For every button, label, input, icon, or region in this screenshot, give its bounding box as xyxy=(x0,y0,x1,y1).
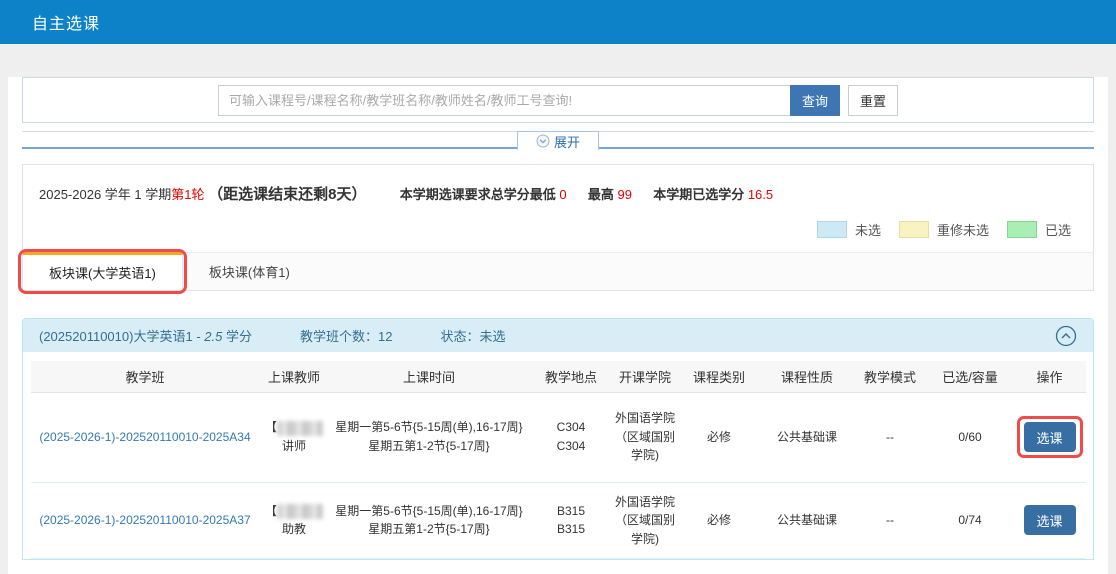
legend-selected-swatch xyxy=(1007,221,1037,238)
action-cell: 选课 xyxy=(1013,482,1086,559)
course-title: (202520110010)大学英语1 - 2.5 学分 xyxy=(39,326,252,345)
status-legend: 未选 重修未选 已选 xyxy=(23,204,1093,239)
nature-cell: 公共基础课 xyxy=(761,482,853,559)
expand-strip: 展开 xyxy=(22,131,1094,149)
course-status: 状态：未选 xyxy=(440,326,505,345)
tab-pe-label: 板块课(体育1) xyxy=(209,262,290,281)
legend-unselected-swatch xyxy=(817,221,847,238)
mode-cell: -- xyxy=(853,392,927,482)
college-cell: 外国语学院（区域国别学院) xyxy=(613,392,677,482)
semester-line: 2025-2026 学年 1 学期第1轮 （距选课结束还剩8天） 本学期选课要求… xyxy=(23,165,1093,204)
credit-max-value: 99 xyxy=(617,187,631,202)
search-panel: 查询 重置 xyxy=(22,77,1094,123)
semester-round: 第1轮 xyxy=(171,187,204,202)
col-nature: 课程性质 xyxy=(761,361,853,392)
legend-selected: 已选 xyxy=(1007,220,1071,239)
college-cell: 外国语学院（区域国别学院) xyxy=(613,482,677,559)
credit-req-label: 本学期选课要求总学分最低 xyxy=(400,187,556,202)
category-cell: 必修 xyxy=(677,392,761,482)
class-count: 教学班个数：12 xyxy=(300,326,392,345)
expand-label: 展开 xyxy=(554,132,580,151)
col-college: 开课学院 xyxy=(613,361,677,392)
teacher-cell: 【 讲师 xyxy=(259,392,329,482)
col-action: 操作 xyxy=(1013,361,1086,392)
course-body: 教学班 上课教师 上课时间 教学地点 开课学院 课程类别 课程性质 教学模式 已… xyxy=(23,352,1093,559)
course-panel: (202520110010)大学英语1 - 2.5 学分 教学班个数：12 状态… xyxy=(22,318,1094,560)
chevron-down-circle-icon xyxy=(536,134,550,148)
select-course-button[interactable]: 选课 xyxy=(1024,505,1076,535)
teacher-title: 讲师 xyxy=(261,437,327,456)
deadline-note: （距选课结束还剩8天） xyxy=(208,186,366,203)
semester-term: 2025-2026 学年 1 学期 xyxy=(39,187,171,202)
teacher-title: 助教 xyxy=(261,520,327,539)
top-navbar: 自主选课 xyxy=(0,0,1116,44)
main-card: 查询 重置 展开 2025-2026 学年 1 学期第1轮 （距选课结束还剩8天… xyxy=(8,77,1108,574)
tab-pe-block[interactable]: 板块课(体育1) xyxy=(183,252,316,290)
credit-min-value: 0 xyxy=(559,187,566,202)
credit-max-label: 最高 xyxy=(588,187,614,202)
class-id-link[interactable]: (2025-2026-1)-202520110010-2025A37 xyxy=(39,513,250,527)
course-header[interactable]: (202520110010)大学英语1 - 2.5 学分 教学班个数：12 状态… xyxy=(23,319,1093,352)
class-row-2025A37: (2025-2026-1)-202520110010-2025A37 【 助教 … xyxy=(31,482,1086,559)
col-location: 教学地点 xyxy=(529,361,613,392)
select-course-button[interactable]: 选课 xyxy=(1024,422,1076,452)
teacher-name-redacted xyxy=(277,421,323,436)
capacity-cell: 0/60 xyxy=(927,392,1013,482)
search-input[interactable] xyxy=(218,85,790,116)
reset-button[interactable]: 重置 xyxy=(848,85,898,116)
teacher-name-redacted xyxy=(277,504,323,519)
tab-english-block[interactable]: 板块课(大学英语1) xyxy=(23,252,183,290)
selected-credits-label: 本学期已选学分 xyxy=(653,187,744,202)
table-header-row: 教学班 上课教师 上课时间 教学地点 开课学院 课程类别 课程性质 教学模式 已… xyxy=(31,361,1086,392)
col-time: 上课时间 xyxy=(329,361,529,392)
tab-english-label: 板块课(大学英语1) xyxy=(49,263,156,282)
col-mode: 教学模式 xyxy=(853,361,927,392)
legend-retake-unselected: 重修未选 xyxy=(899,220,989,239)
course-block-tabbar: 板块课(大学英语1) 板块课(体育1) xyxy=(23,252,1093,290)
collapse-toggle[interactable] xyxy=(1055,325,1077,347)
red-highlight-box-select: 选课 xyxy=(1017,416,1083,458)
col-category: 课程类别 xyxy=(677,361,761,392)
chevron-up-circle-icon xyxy=(1055,325,1077,347)
time-cell: 星期一第5-6节{5-15周(单),16-17周} 星期五第1-2节{5-17周… xyxy=(329,392,529,482)
mode-cell: -- xyxy=(853,482,927,559)
action-cell: 选课 xyxy=(1013,392,1086,482)
course-credits: 2.5 xyxy=(204,329,222,344)
category-cell: 必修 xyxy=(677,482,761,559)
location-cell: B315 B315 xyxy=(529,482,613,559)
semester-info-panel: 2025-2026 学年 1 学期第1轮 （距选课结束还剩8天） 本学期选课要求… xyxy=(22,164,1094,291)
class-id-link[interactable]: (2025-2026-1)-202520110010-2025A34 xyxy=(39,430,250,444)
legend-unselected: 未选 xyxy=(817,220,881,239)
col-teacher: 上课教师 xyxy=(259,361,329,392)
class-row-2025A34: (2025-2026-1)-202520110010-2025A34 【 讲师 … xyxy=(31,392,1086,482)
time-cell: 星期一第5-6节{5-15周(单),16-17周} 星期五第1-2节{5-17周… xyxy=(329,482,529,559)
teacher-cell: 【 助教 xyxy=(259,482,329,559)
selected-credits-value: 16.5 xyxy=(748,187,773,202)
col-capacity: 已选/容量 xyxy=(927,361,1013,392)
location-cell: C304 C304 xyxy=(529,392,613,482)
nature-cell: 公共基础课 xyxy=(761,392,853,482)
query-button[interactable]: 查询 xyxy=(790,85,840,116)
page-title: 自主选课 xyxy=(32,10,100,34)
expand-toggle[interactable]: 展开 xyxy=(517,131,599,150)
legend-retake-swatch xyxy=(899,221,929,238)
capacity-cell: 0/74 xyxy=(927,482,1013,559)
col-class: 教学班 xyxy=(31,361,259,392)
class-table: 教学班 上课教师 上课时间 教学地点 开课学院 课程类别 课程性质 教学模式 已… xyxy=(31,361,1086,559)
